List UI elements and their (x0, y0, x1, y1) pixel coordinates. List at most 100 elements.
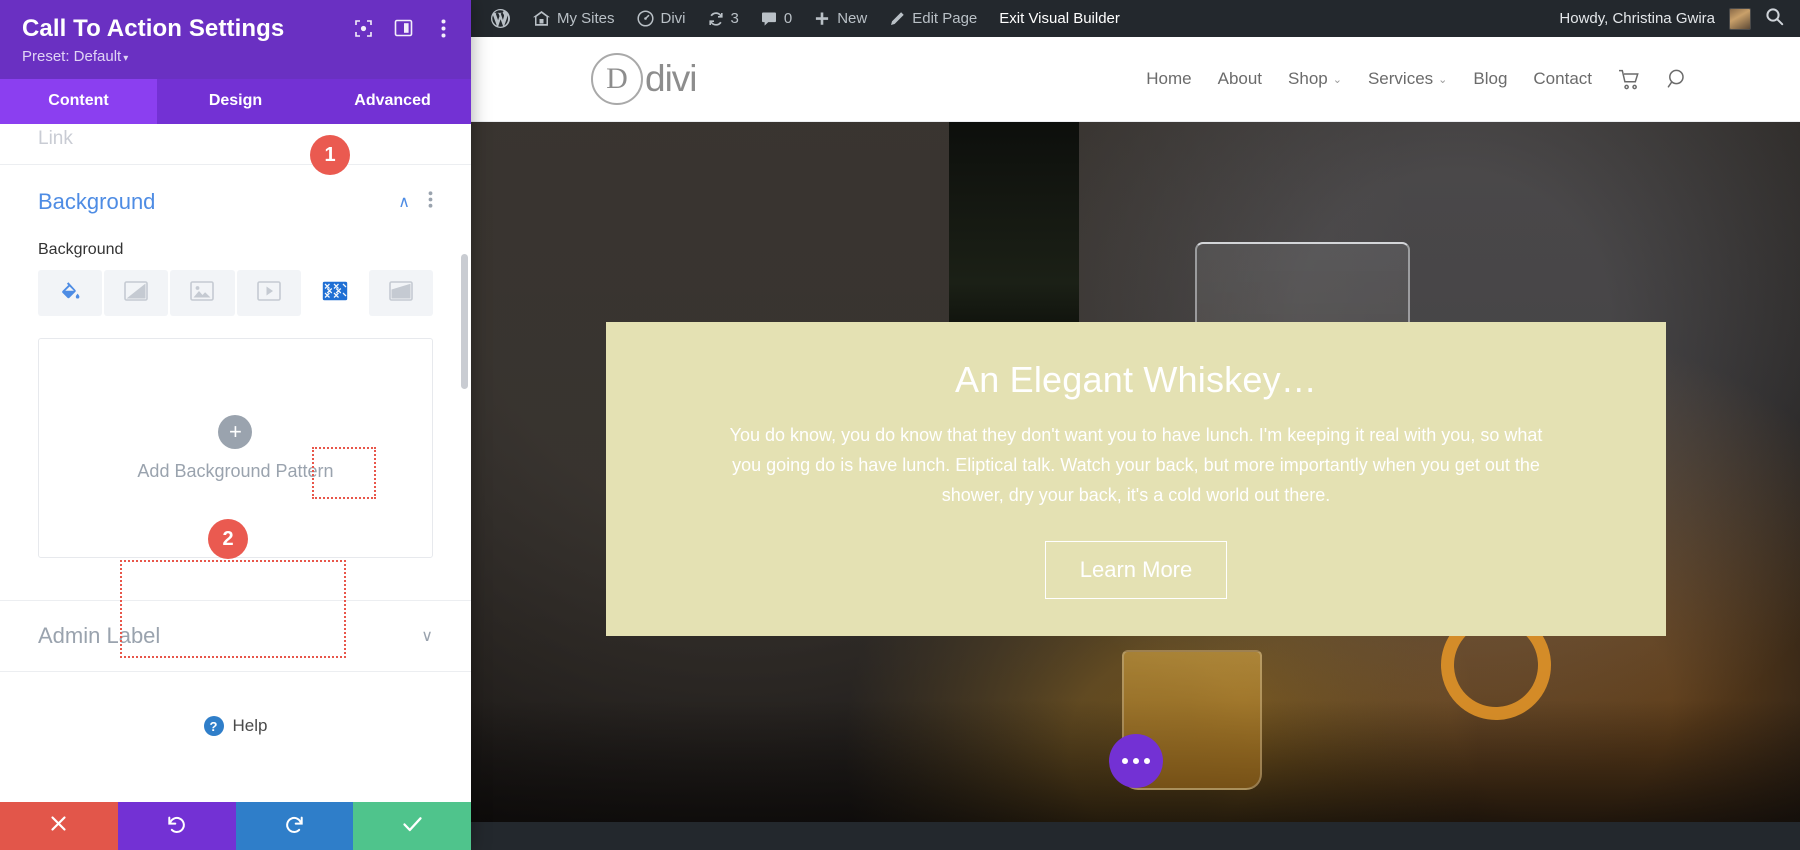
dot-icon (1122, 758, 1128, 764)
background-video-tab[interactable] (237, 270, 301, 316)
preset-label: Preset: Default (22, 48, 121, 65)
admin-label-title: Admin Label (38, 623, 160, 649)
wordpress-icon (490, 8, 511, 29)
background-image-tab[interactable] (170, 270, 234, 316)
sites-icon (533, 11, 550, 26)
avatar[interactable] (1729, 8, 1751, 30)
background-field-label: Background (38, 241, 433, 259)
panel-tabs: Content Design Advanced (0, 79, 471, 124)
close-icon (49, 814, 68, 838)
site-logo[interactable]: D divi (591, 53, 697, 105)
wordpress-logo-item[interactable] (479, 0, 522, 37)
comments-item[interactable]: 0 (750, 0, 803, 37)
add-background-pattern[interactable]: + Add Background Pattern (99, 393, 371, 504)
admin-bar-left: My Sites Divi (479, 0, 1131, 37)
new-content-label: New (837, 10, 867, 27)
pencil-icon (889, 11, 905, 27)
expand-icon[interactable] (353, 18, 373, 38)
comments-count: 0 (784, 10, 792, 27)
learn-more-button[interactable]: Learn More (1045, 541, 1228, 599)
tab-content[interactable]: Content (0, 79, 157, 124)
check-icon (402, 815, 423, 838)
chevron-up-icon[interactable]: ∧ (398, 192, 410, 212)
panel-scrollbar[interactable] (461, 254, 468, 389)
redo-button[interactable] (236, 802, 354, 850)
dot-icon (1144, 758, 1150, 764)
logo-text: divi (645, 58, 697, 100)
wp-admin-bar: My Sites Divi (471, 0, 1800, 37)
edit-page-label: Edit Page (912, 10, 977, 27)
cta-description: You do know, you do know that they don't… (726, 421, 1546, 510)
vertical-dots-icon[interactable] (433, 18, 453, 38)
page-preview-viewport: My Sites Divi (471, 0, 1800, 850)
nav-item-shop[interactable]: Shop⌄ (1288, 69, 1342, 89)
paint-bucket-icon (59, 280, 81, 307)
search-icon[interactable] (1667, 68, 1690, 91)
help-link[interactable]: ? Help (0, 716, 471, 736)
cancel-button[interactable] (0, 802, 118, 850)
undo-button[interactable] (118, 802, 236, 850)
divi-menu-item[interactable]: Divi (626, 0, 697, 37)
vertical-dots-icon[interactable] (428, 191, 433, 213)
nav-item-contact[interactable]: Contact (1533, 69, 1592, 89)
background-gradient-tab[interactable] (104, 270, 168, 316)
new-content-item[interactable]: New (803, 0, 878, 37)
layout-toggle-icon[interactable] (393, 18, 413, 38)
nav-label: Blog (1473, 69, 1507, 89)
tab-advanced[interactable]: Advanced (314, 79, 471, 124)
whiskey-bottle-image (949, 122, 1079, 352)
background-section-controls: ∧ (398, 191, 433, 213)
hero-section: An Elegant Whiskey… You do know, you do … (471, 122, 1800, 850)
updates-item[interactable]: 3 (697, 0, 750, 37)
mask-icon (389, 281, 413, 306)
link-section-cutoff: Link (0, 124, 471, 146)
divi-icon (637, 10, 654, 27)
chevron-down-icon: ⌄ (1333, 73, 1342, 86)
chevron-down-icon[interactable]: ∨ (421, 626, 433, 646)
call-to-action-module[interactable]: An Elegant Whiskey… You do know, you do … (606, 322, 1666, 636)
cart-icon[interactable] (1618, 69, 1641, 90)
exit-visual-builder-label: Exit Visual Builder (999, 10, 1120, 27)
background-section-header: Background ∧ (38, 189, 433, 215)
plus-icon: + (218, 415, 252, 449)
search-icon[interactable] (1765, 7, 1784, 30)
nav-item-home[interactable]: Home (1146, 69, 1191, 89)
nav-item-services[interactable]: Services ⌄ (1368, 69, 1447, 89)
preset-selector[interactable]: Preset: Default▾ (22, 48, 449, 65)
redo-icon (284, 814, 305, 839)
page-settings-bar-toggle[interactable] (1109, 734, 1163, 788)
site-header: D divi Home About Shop⌄ Services ⌄ Blog C… (471, 37, 1800, 122)
background-section: Background ∧ Background (0, 165, 471, 558)
nav-label: Home (1146, 69, 1191, 89)
nav-label: Services (1368, 69, 1433, 89)
background-pattern-tab[interactable] (303, 270, 367, 316)
tab-design[interactable]: Design (157, 79, 314, 124)
visual-builder-bottom-strip (471, 822, 1800, 850)
screen: Call To Action Settings Preset: Default▾ (0, 0, 1800, 850)
updates-icon (708, 11, 724, 27)
background-type-tabs (38, 270, 433, 316)
edit-page-item[interactable]: Edit Page (878, 0, 988, 37)
background-mask-tab[interactable] (369, 270, 433, 316)
add-background-pattern-label: Add Background Pattern (137, 461, 333, 482)
video-icon (257, 281, 281, 306)
background-heading: Background (38, 189, 155, 215)
my-sites-item[interactable]: My Sites (522, 0, 626, 37)
help-label: Help (233, 716, 268, 736)
gradient-icon (124, 281, 148, 306)
undo-icon (166, 814, 187, 839)
nav-item-about[interactable]: About (1218, 69, 1262, 89)
chevron-down-icon: ▾ (123, 53, 128, 64)
nav-label: About (1218, 69, 1262, 89)
save-button[interactable] (353, 802, 471, 850)
background-color-tab[interactable] (38, 270, 102, 316)
howdy-label[interactable]: Howdy, Christina Gwira (1559, 10, 1715, 27)
divi-label: Divi (661, 10, 686, 27)
exit-visual-builder-item[interactable]: Exit Visual Builder (988, 0, 1131, 37)
admin-bar-right: Howdy, Christina Gwira (1559, 7, 1784, 30)
chevron-down-icon: ⌄ (1438, 73, 1447, 86)
panel-header-icons (353, 18, 453, 38)
logo-letter: D (591, 53, 643, 105)
nav-item-blog[interactable]: Blog (1473, 69, 1507, 89)
admin-label-section[interactable]: Admin Label ∨ (0, 600, 471, 672)
